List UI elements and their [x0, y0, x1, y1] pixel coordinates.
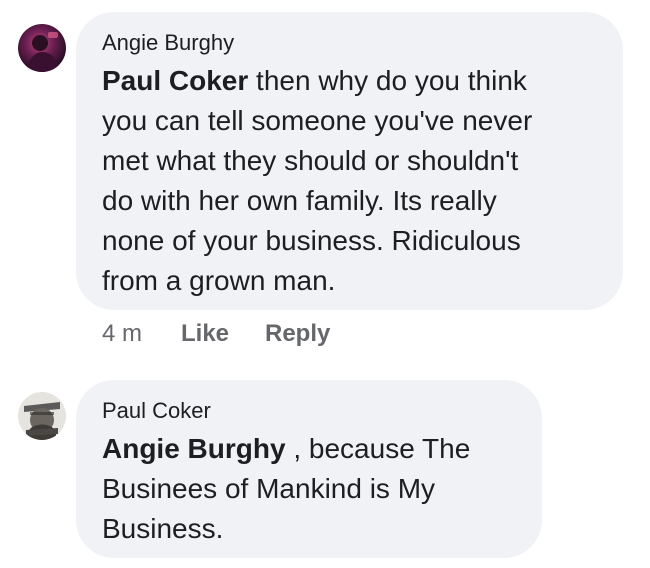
comment-timestamp[interactable]: 4 m	[102, 320, 142, 348]
comment-text-line-3: Business.	[102, 513, 224, 544]
comment-author[interactable]: Paul Coker	[102, 398, 211, 424]
comment-text: , because The	[285, 433, 471, 464]
comment-text-line-6: from a grown man.	[102, 265, 336, 296]
comment-text-line-1: Paul Coker then why do you think	[102, 61, 527, 101]
mention-link[interactable]: Angie Burghy	[102, 433, 286, 464]
comment-text: then why do you think	[248, 65, 527, 96]
comment-text-line-4: do with her own family. Its really	[102, 185, 497, 216]
mention-link[interactable]: Paul Coker	[102, 65, 248, 96]
comment-text-line-3: met what they should or shouldn't	[102, 145, 519, 176]
comment-text-line-1: Angie Burghy , because The	[102, 429, 470, 469]
profile-photo-icon	[18, 392, 66, 440]
comment-text-line-2: you can tell someone you've never	[102, 105, 533, 136]
comment-text-line-5: none of your business. Ridiculous	[102, 225, 521, 256]
like-button[interactable]: Like	[181, 320, 229, 348]
avatar-paul-coker[interactable]	[18, 392, 66, 440]
avatar-angie-burghy[interactable]	[18, 24, 66, 72]
profile-photo-icon	[18, 24, 66, 72]
comment-author[interactable]: Angie Burghy	[102, 30, 234, 56]
comment-text-line-2: Businees of Mankind is My	[102, 473, 436, 504]
reply-button[interactable]: Reply	[265, 320, 330, 348]
